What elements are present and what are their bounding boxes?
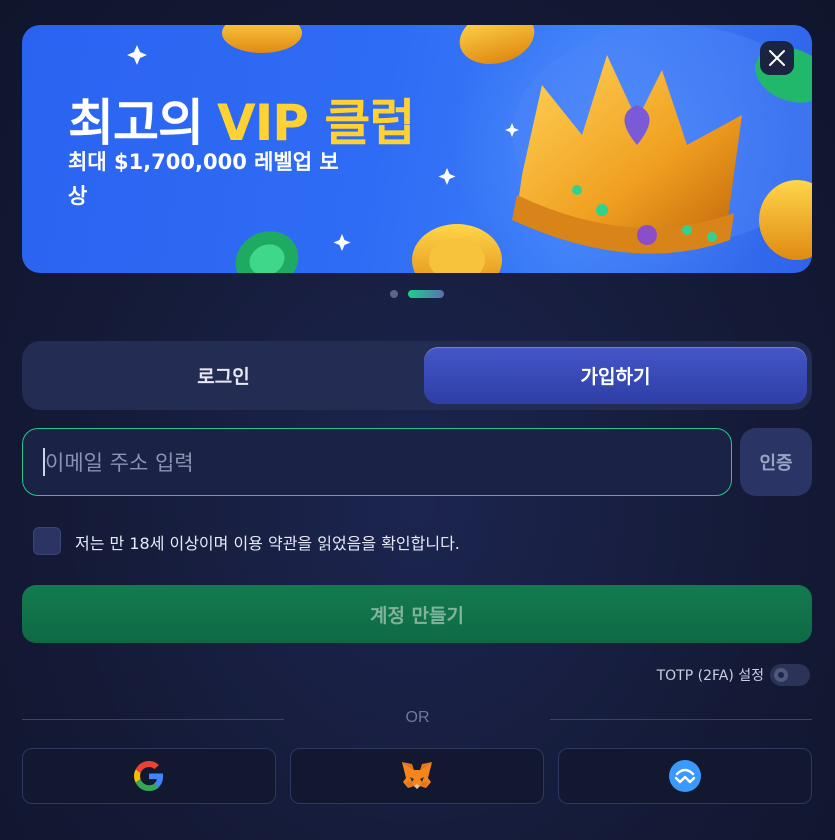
google-login-button[interactable] [22,748,276,804]
metamask-login-button[interactable] [290,748,544,804]
banner-title-text: 최고의 [68,94,204,152]
carousel-indicator [390,290,444,298]
carousel-dot[interactable] [390,290,398,298]
tab-signup[interactable]: 가입하기 [424,347,807,404]
or-divider-label: OR [405,709,430,726]
close-icon [769,50,785,66]
promo-banner[interactable]: 최고의 VIP 클럽 최대 $1,700,000 레벨업 보상 [22,25,812,273]
totp-label: TOTP (2FA) 설정 [656,668,764,684]
banner-title-highlight: VIP 클럽 [217,94,415,152]
create-account-button[interactable]: 계정 만들기 [22,585,812,643]
google-icon [134,761,164,791]
tab-login[interactable]: 로그인 [32,347,415,404]
metamask-icon [402,762,432,789]
totp-setting: TOTP (2FA) 설정 [657,664,810,686]
auth-tabs: 로그인 가입하기 [22,341,812,410]
divider-right [550,719,812,720]
verify-button[interactable]: 인증 [740,428,812,496]
walletconnect-login-button[interactable] [558,748,812,804]
toggle-knob [774,668,788,682]
carousel-dot-active[interactable] [408,290,444,298]
close-button[interactable] [760,41,794,75]
terms-label: 저는 만 18세 이상이며 이용 약관을 읽었음을 확인합니다. [75,534,460,553]
totp-toggle[interactable] [770,664,810,686]
email-field-wrapper [22,428,732,496]
banner-subtitle: 최대 $1,700,000 레벨업 보상 [68,150,339,208]
email-input[interactable] [43,429,707,496]
walletconnect-icon [669,760,701,792]
terms-checkbox[interactable] [33,527,61,555]
